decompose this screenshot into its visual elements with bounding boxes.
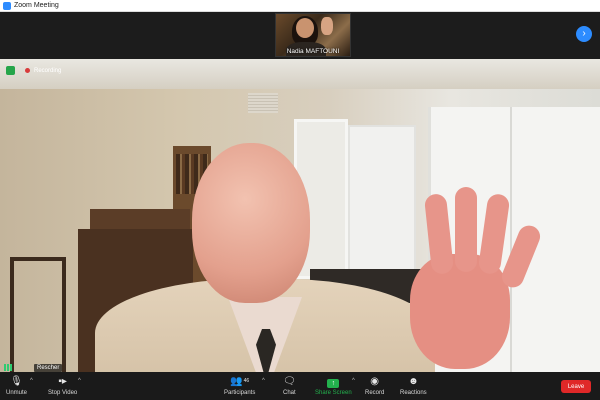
participants-button[interactable]: 👥 46 Participants [224, 375, 255, 396]
zoom-app-icon [3, 1, 11, 10]
wall-vent [248, 93, 278, 113]
chat-icon: 🗨 [283, 376, 296, 387]
unmute-button[interactable]: 🎙 Unmute [6, 375, 27, 396]
signal-icon [4, 364, 12, 371]
participant-thumbnail[interactable]: Nadia MAFTOUNI [275, 13, 351, 57]
video-camera-icon: ▪▸ [58, 376, 67, 387]
speaker-name: Rescher [34, 364, 63, 372]
reactions-button[interactable]: ☻ Reactions [400, 375, 427, 396]
speaker-head [192, 143, 310, 303]
next-page-icon: › [582, 28, 586, 39]
share-screen-icon: ↑ [327, 379, 340, 388]
recording-dot-icon [25, 68, 30, 73]
record-icon: ◉ [370, 376, 380, 387]
reactions-icon: ☻ [408, 376, 419, 387]
participants-icon: 👥 [230, 376, 243, 387]
thumbnail-name: Nadia MAFTOUNI [286, 48, 340, 55]
share-screen-button[interactable]: ↑ Share Screen [315, 375, 352, 396]
window-title: Zoom Meeting [14, 1, 59, 9]
door [348, 125, 416, 279]
chair [10, 257, 66, 372]
active-speaker-video [0, 59, 600, 372]
meeting-toolbar [0, 372, 600, 400]
mic-muted-icon: 🎙 [10, 376, 23, 387]
next-page-button[interactable]: › [576, 26, 592, 42]
recording-indicator: Recording [6, 66, 61, 75]
stop-video-button[interactable]: ▪▸ Stop Video [48, 375, 77, 396]
record-button[interactable]: ◉ Record [365, 375, 384, 396]
share-options-caret[interactable]: ^ [352, 378, 355, 384]
audio-options-caret[interactable]: ^ [30, 378, 33, 384]
participants-options-caret[interactable]: ^ [262, 378, 265, 384]
leave-button[interactable]: Leave [561, 380, 591, 393]
chat-button[interactable]: 🗨 Chat [283, 375, 296, 396]
window-title-bar: Zoom Meeting [0, 0, 600, 12]
shield-icon [6, 66, 15, 75]
participants-count: 46 [243, 378, 250, 384]
video-options-caret[interactable]: ^ [78, 378, 81, 384]
recording-label: Recording [34, 67, 62, 74]
